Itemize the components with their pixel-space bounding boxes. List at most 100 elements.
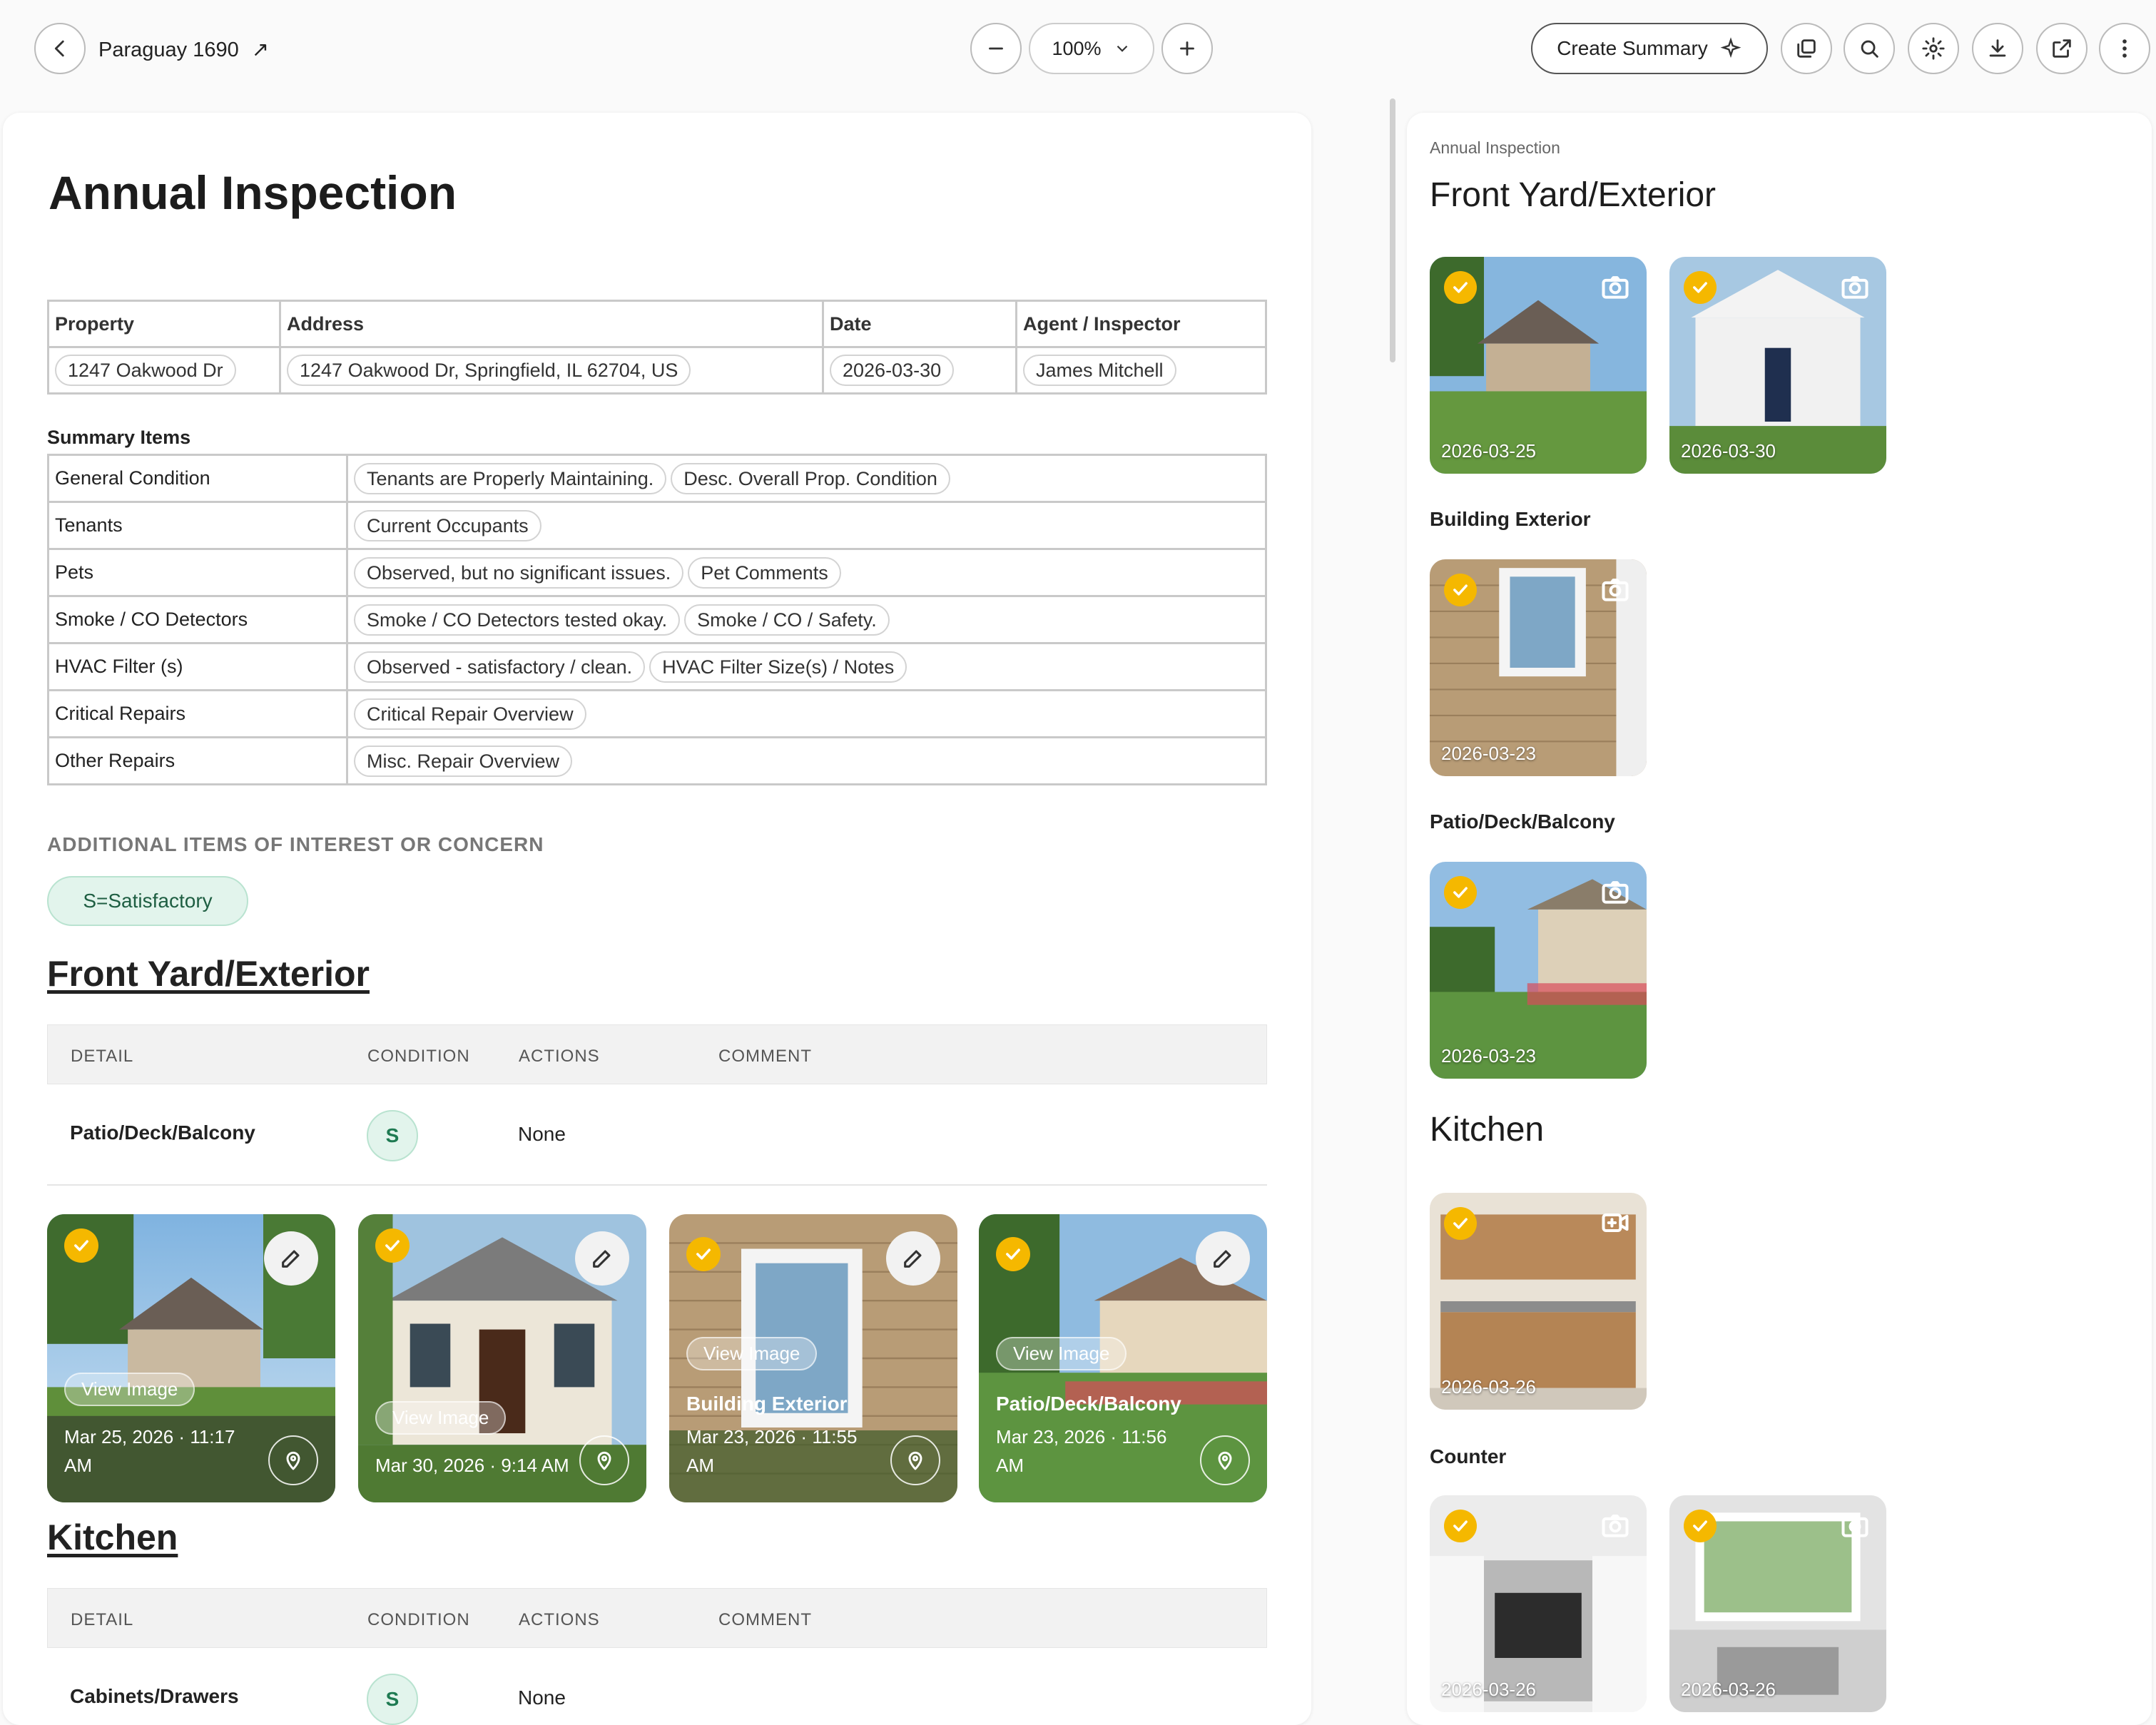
section-title-front-yard: Front Yard/Exterior	[47, 954, 370, 994]
selected-check[interactable]	[64, 1228, 98, 1263]
more-vertical-icon	[2122, 39, 2127, 58]
table-row[interactable]: Cabinets/Drawers S None	[47, 1648, 1267, 1725]
open-external-button[interactable]	[2036, 23, 2088, 74]
agent-value[interactable]: James Mitchell	[1023, 355, 1176, 386]
check-icon	[1453, 584, 1468, 596]
date-value[interactable]: 2026-03-30	[830, 355, 955, 386]
project-title: Paraguay 1690	[98, 39, 239, 61]
selected-check[interactable]	[686, 1237, 721, 1271]
zoom-out-button[interactable]	[970, 23, 1022, 74]
summary-row: HVAC Filter (s) Observed - satisfactory …	[47, 642, 1267, 691]
summary-pill[interactable]: HVAC Filter Size(s) / Notes	[649, 651, 907, 683]
photo-card[interactable]: View Image Mar 30, 2026 · 9:14 AM	[358, 1214, 646, 1502]
scrollbar-thumb[interactable]	[1390, 98, 1395, 362]
summary-pill[interactable]: Misc. Repair Overview	[354, 745, 573, 777]
view-image-button[interactable]: View Image	[996, 1337, 1127, 1370]
view-image-button[interactable]: View Image	[686, 1337, 818, 1370]
selected-check[interactable]	[375, 1228, 410, 1263]
gallery-thumb[interactable]: 2026-03-23	[1430, 559, 1647, 776]
external-arrow-icon: ↗	[251, 39, 270, 61]
summary-pill[interactable]: Pet Comments	[688, 556, 841, 589]
photo-card[interactable]: View Image Building Exterior Mar 23, 202…	[669, 1214, 957, 1502]
summary-label: Smoke / CO Detectors	[47, 595, 348, 644]
condition-badge[interactable]: S	[367, 1110, 418, 1161]
gallery-thumb[interactable]: 2026-03-26	[1430, 1495, 1647, 1712]
summary-row: Pets Observed, but no significant issues…	[47, 548, 1267, 597]
summary-items-table: General Condition Tenants are Properly M…	[47, 454, 1267, 785]
create-summary-button[interactable]: Create Summary	[1531, 23, 1768, 74]
project-title-link[interactable]: Paraguay 1690 ↗	[98, 37, 269, 62]
header-address: Address	[279, 300, 824, 348]
edit-photo-button[interactable]	[575, 1231, 629, 1286]
gallery-thumb[interactable]: 2026-03-23	[1430, 862, 1647, 1079]
more-options-button[interactable]	[2099, 23, 2150, 74]
photo-card[interactable]: View Image Patio/Deck/Balcony Mar 23, 20…	[979, 1214, 1267, 1502]
download-button[interactable]	[1972, 23, 2023, 74]
property-info-table: Property Address Date Agent / Inspector …	[47, 300, 1267, 395]
selected-check[interactable]	[1684, 1510, 1717, 1542]
selected-check[interactable]	[1444, 876, 1477, 909]
view-image-button[interactable]: View Image	[64, 1373, 195, 1406]
selected-check[interactable]	[1444, 574, 1477, 606]
thumb-date: 2026-03-23	[1441, 743, 1536, 764]
download-icon	[1989, 39, 2006, 57]
edit-photo-button[interactable]	[1196, 1231, 1250, 1286]
camera-icon	[1600, 876, 1631, 907]
location-button[interactable]	[1200, 1435, 1250, 1485]
summary-pill[interactable]: Current Occupants	[354, 509, 541, 541]
check-icon	[1006, 1248, 1020, 1260]
check-icon	[385, 1240, 400, 1251]
summary-pill[interactable]: Observed, but no significant issues.	[354, 556, 684, 589]
table-row[interactable]: Patio/Deck/Balcony S None	[47, 1084, 1267, 1186]
address-value[interactable]: 1247 Oakwood Dr, Springfield, IL 62704, …	[287, 355, 691, 386]
edit-photo-button[interactable]	[886, 1231, 940, 1286]
check-icon	[1453, 1520, 1468, 1532]
selected-check[interactable]	[1444, 1207, 1477, 1240]
selected-check[interactable]	[1684, 271, 1717, 304]
duplicate-button[interactable]	[1781, 23, 1832, 74]
back-button[interactable]	[34, 23, 86, 74]
zoom-select[interactable]: 100%	[1029, 23, 1154, 74]
summary-pill[interactable]: Observed - satisfactory / clean.	[354, 651, 646, 683]
check-icon	[696, 1248, 711, 1260]
summary-label: General Condition	[47, 454, 348, 503]
gallery-thumb[interactable]: 2026-03-25	[1430, 257, 1647, 474]
gear-icon	[1922, 37, 1945, 60]
photo-date-line1: Mar 23, 2026 · 11:55	[686, 1426, 858, 1447]
search-button[interactable]	[1844, 23, 1895, 74]
pencil-icon	[593, 1250, 611, 1268]
pencil-icon	[1214, 1250, 1231, 1268]
summary-pill[interactable]: Critical Repair Overview	[354, 698, 586, 730]
summary-pill[interactable]: Tenants are Properly Maintaining.	[354, 462, 667, 494]
selected-check[interactable]	[1444, 271, 1477, 304]
thumb-date: 2026-03-26	[1681, 1679, 1776, 1700]
settings-button[interactable]	[1908, 23, 1959, 74]
edit-photo-button[interactable]	[264, 1231, 318, 1286]
kitchen-column-header: DETAIL CONDITION ACTIONS COMMENT	[47, 1588, 1267, 1648]
summary-pill[interactable]: Desc. Overall Prop. Condition	[671, 462, 950, 494]
col-comment: COMMENT	[718, 1047, 812, 1066]
condition-badge[interactable]: S	[367, 1674, 418, 1725]
location-button[interactable]	[890, 1435, 940, 1485]
selected-check[interactable]	[1444, 1510, 1477, 1542]
gallery-thumb[interactable]: 2026-03-30	[1669, 257, 1886, 474]
selected-check[interactable]	[996, 1237, 1030, 1271]
gallery-thumb[interactable]: 2026-03-26	[1430, 1193, 1647, 1410]
view-image-button[interactable]: View Image	[375, 1401, 507, 1435]
summary-label: Tenants	[47, 501, 348, 550]
row-actions: None	[518, 1686, 566, 1709]
summary-row: Critical Repairs Critical Repair Overvie…	[47, 689, 1267, 738]
location-button[interactable]	[268, 1435, 318, 1485]
property-value[interactable]: 1247 Oakwood Dr	[55, 355, 236, 386]
summary-row: Tenants Current Occupants	[47, 501, 1267, 550]
col-comment: COMMENT	[718, 1610, 812, 1629]
photo-card[interactable]: View Image Mar 25, 2026 · 11:17 AM	[47, 1214, 335, 1502]
summary-pill[interactable]: Smoke / CO / Safety.	[684, 604, 890, 636]
zoom-in-button[interactable]	[1161, 23, 1213, 74]
location-button[interactable]	[579, 1435, 629, 1485]
camera-icon	[1839, 1510, 1871, 1541]
property-cell: 1247 Oakwood Dr	[47, 346, 281, 395]
summary-pills: Observed - satisfactory / clean. HVAC Fil…	[346, 642, 1267, 691]
summary-pill[interactable]: Smoke / CO Detectors tested okay.	[354, 604, 681, 636]
gallery-thumb[interactable]: 2026-03-26	[1669, 1495, 1886, 1712]
